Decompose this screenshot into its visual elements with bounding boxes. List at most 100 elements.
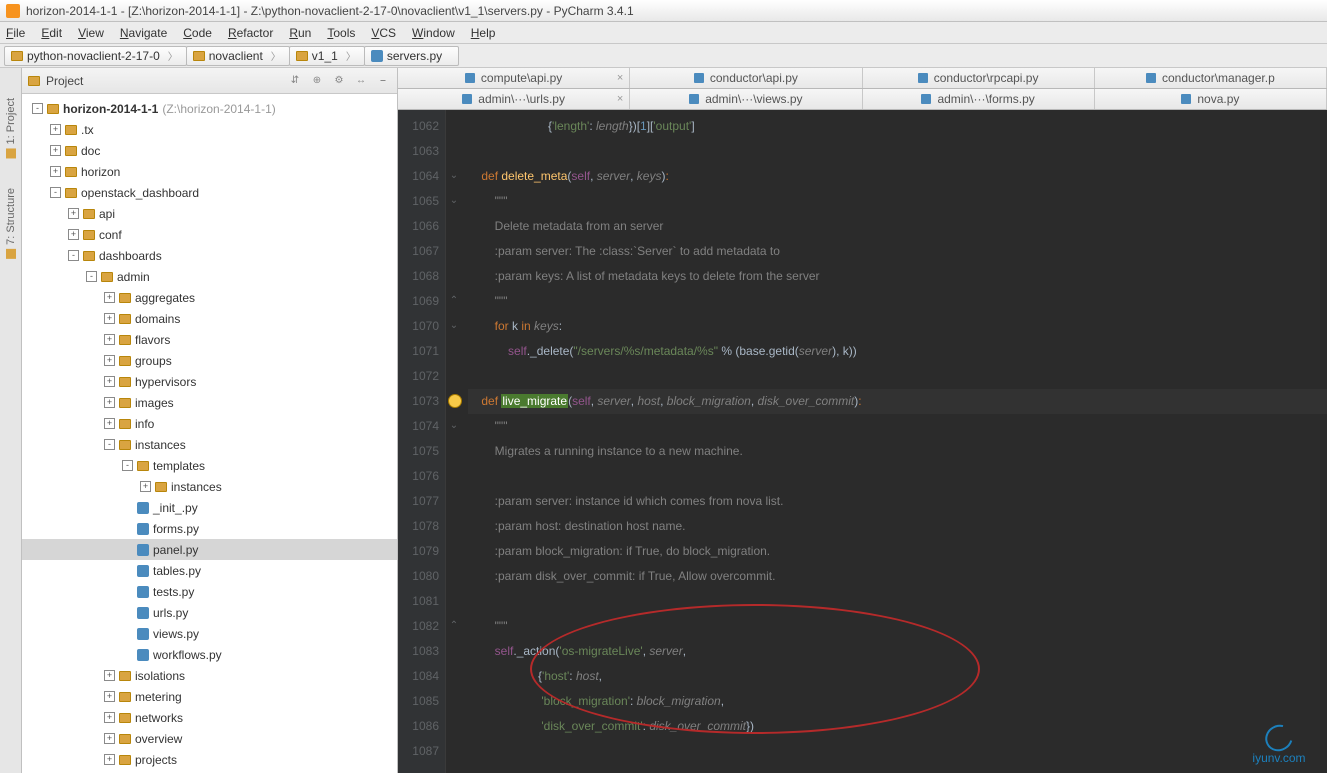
menu-vcs[interactable]: VCS: [371, 26, 396, 40]
code-line-1085[interactable]: 'block_migration': block_migration,: [468, 689, 1327, 714]
menu-tools[interactable]: Tools: [327, 26, 355, 40]
tree-twisty-icon[interactable]: +: [104, 334, 115, 345]
tree-openstack-dashboard[interactable]: -openstack_dashboard: [22, 182, 397, 203]
tree-flavors[interactable]: +flavors: [22, 329, 397, 350]
code-line-1063[interactable]: [468, 139, 1327, 164]
tree-info[interactable]: +info: [22, 413, 397, 434]
tree-api[interactable]: +api: [22, 203, 397, 224]
tree-twisty-icon[interactable]: +: [50, 145, 61, 156]
tree-horizon[interactable]: +horizon: [22, 161, 397, 182]
project-tree[interactable]: -horizon-2014-1-1 (Z:\horizon-2014-1-1) +…: [22, 94, 397, 773]
code-line-1065[interactable]: """: [468, 189, 1327, 214]
code-line-1062[interactable]: {'length': length})[1]['output']: [468, 114, 1327, 139]
code-content[interactable]: {'length': length})[1]['output'] def del…: [464, 110, 1327, 773]
tab-compute-api-py[interactable]: compute\api.py×: [398, 68, 630, 88]
code-line-1087[interactable]: [468, 739, 1327, 764]
code-line-1077[interactable]: :param server: instance id which comes f…: [468, 489, 1327, 514]
tab-admin-----views-py[interactable]: admin\···\views.py: [630, 89, 862, 109]
tree-forms-py[interactable]: forms.py: [22, 518, 397, 539]
tree-panel-py[interactable]: panel.py: [22, 539, 397, 560]
tree-twisty-icon[interactable]: +: [140, 481, 151, 492]
tab-admin-----urls-py[interactable]: admin\···\urls.py×: [398, 89, 630, 109]
tree-aggregates[interactable]: +aggregates: [22, 287, 397, 308]
tree-twisty-icon[interactable]: -: [122, 460, 133, 471]
chevron-icon[interactable]: ↔: [353, 74, 369, 88]
close-icon[interactable]: ×: [617, 72, 623, 84]
fold-mark-icon[interactable]: ⌄: [448, 420, 460, 432]
fold-mark-icon[interactable]: ⌄: [448, 170, 460, 182]
tree-dashboards[interactable]: -dashboards: [22, 245, 397, 266]
crumb-servers-py[interactable]: servers.py: [364, 46, 459, 66]
tree-twisty-icon[interactable]: +: [104, 754, 115, 765]
code-editor[interactable]: 1062106310641065106610671068106910701071…: [398, 110, 1327, 773]
code-line-1084[interactable]: {'host': host,: [468, 664, 1327, 689]
menu-edit[interactable]: Edit: [41, 26, 62, 40]
menu-run[interactable]: Run: [289, 26, 311, 40]
gear-icon[interactable]: ⚙: [331, 74, 347, 88]
tree-tests-py[interactable]: tests.py: [22, 581, 397, 602]
intention-bulb-icon[interactable]: [448, 394, 462, 408]
menu-file[interactable]: File: [6, 26, 25, 40]
menu-window[interactable]: Window: [412, 26, 455, 40]
code-line-1082[interactable]: """: [468, 614, 1327, 639]
code-line-1081[interactable]: [468, 589, 1327, 614]
tree-twisty-icon[interactable]: +: [50, 124, 61, 135]
code-line-1074[interactable]: """: [468, 414, 1327, 439]
code-line-1078[interactable]: :param host: destination host name.: [468, 514, 1327, 539]
tree-workflows-py[interactable]: workflows.py: [22, 644, 397, 665]
tree-twisty-icon[interactable]: -: [86, 271, 97, 282]
tree-twisty-icon[interactable]: -: [32, 103, 43, 114]
tree-twisty-icon[interactable]: +: [104, 691, 115, 702]
code-line-1086[interactable]: 'disk_over_commit': disk_over_commit}): [468, 714, 1327, 739]
tree-instances[interactable]: -instances: [22, 434, 397, 455]
code-line-1080[interactable]: :param disk_over_commit: if True, Allow …: [468, 564, 1327, 589]
menu-code[interactable]: Code: [183, 26, 212, 40]
fold-mark-icon[interactable]: ⌃: [448, 295, 460, 307]
tree-twisty-icon[interactable]: +: [104, 397, 115, 408]
tree-twisty-icon[interactable]: +: [68, 229, 79, 240]
code-line-1075[interactable]: Migrates a running instance to a new mac…: [468, 439, 1327, 464]
tree-admin[interactable]: -admin: [22, 266, 397, 287]
tree-groups[interactable]: +groups: [22, 350, 397, 371]
tree-twisty-icon[interactable]: +: [104, 712, 115, 723]
tree-horizon-2014-1-1[interactable]: -horizon-2014-1-1 (Z:\horizon-2014-1-1): [22, 98, 397, 119]
tree-isolations[interactable]: +isolations: [22, 665, 397, 686]
rail-project[interactable]: 1: Project: [5, 98, 17, 158]
target-icon[interactable]: ⊕: [309, 74, 325, 88]
tree-twisty-icon[interactable]: -: [104, 439, 115, 450]
tab-conductor-api-py[interactable]: conductor\api.py: [630, 68, 862, 88]
code-line-1072[interactable]: [468, 364, 1327, 389]
tree-doc[interactable]: +doc: [22, 140, 397, 161]
tree-projects[interactable]: +projects: [22, 749, 397, 770]
tab-conductor-manager-p[interactable]: conductor\manager.p: [1095, 68, 1327, 88]
collapse-icon[interactable]: ⇵: [287, 74, 303, 88]
tab-admin-----forms-py[interactable]: admin\···\forms.py: [863, 89, 1095, 109]
tree--init--py[interactable]: _init_.py: [22, 497, 397, 518]
code-line-1079[interactable]: :param block_migration: if True, do bloc…: [468, 539, 1327, 564]
fold-mark-icon[interactable]: ⌄: [448, 320, 460, 332]
tree-overview[interactable]: +overview: [22, 728, 397, 749]
tree-networks[interactable]: +networks: [22, 707, 397, 728]
menu-view[interactable]: View: [78, 26, 104, 40]
tree-twisty-icon[interactable]: -: [68, 250, 79, 261]
crumb-python-novaclient-2-17-0[interactable]: python-novaclient-2-17-0: [4, 46, 187, 66]
tree-twisty-icon[interactable]: +: [104, 733, 115, 744]
menu-refactor[interactable]: Refactor: [228, 26, 273, 40]
crumb-v1-1[interactable]: v1_1: [289, 46, 365, 66]
tree-images[interactable]: +images: [22, 392, 397, 413]
code-line-1071[interactable]: self._delete("/servers/%s/metadata/%s" %…: [468, 339, 1327, 364]
tree-instances[interactable]: +instances: [22, 476, 397, 497]
tree-twisty-icon[interactable]: +: [104, 313, 115, 324]
code-line-1064[interactable]: def delete_meta(self, server, keys):: [468, 164, 1327, 189]
tree-twisty-icon[interactable]: +: [68, 208, 79, 219]
tree-tables-py[interactable]: tables.py: [22, 560, 397, 581]
code-line-1070[interactable]: for k in keys:: [468, 314, 1327, 339]
code-line-1068[interactable]: :param keys: A list of metadata keys to …: [468, 264, 1327, 289]
tree-views-py[interactable]: views.py: [22, 623, 397, 644]
tree-twisty-icon[interactable]: +: [104, 292, 115, 303]
tree-templates[interactable]: -templates: [22, 455, 397, 476]
menu-navigate[interactable]: Navigate: [120, 26, 167, 40]
code-line-1067[interactable]: :param server: The :class:`Server` to ad…: [468, 239, 1327, 264]
tab-conductor-rpcapi-py[interactable]: conductor\rpcapi.py: [863, 68, 1095, 88]
fold-mark-icon[interactable]: ⌃: [448, 620, 460, 632]
